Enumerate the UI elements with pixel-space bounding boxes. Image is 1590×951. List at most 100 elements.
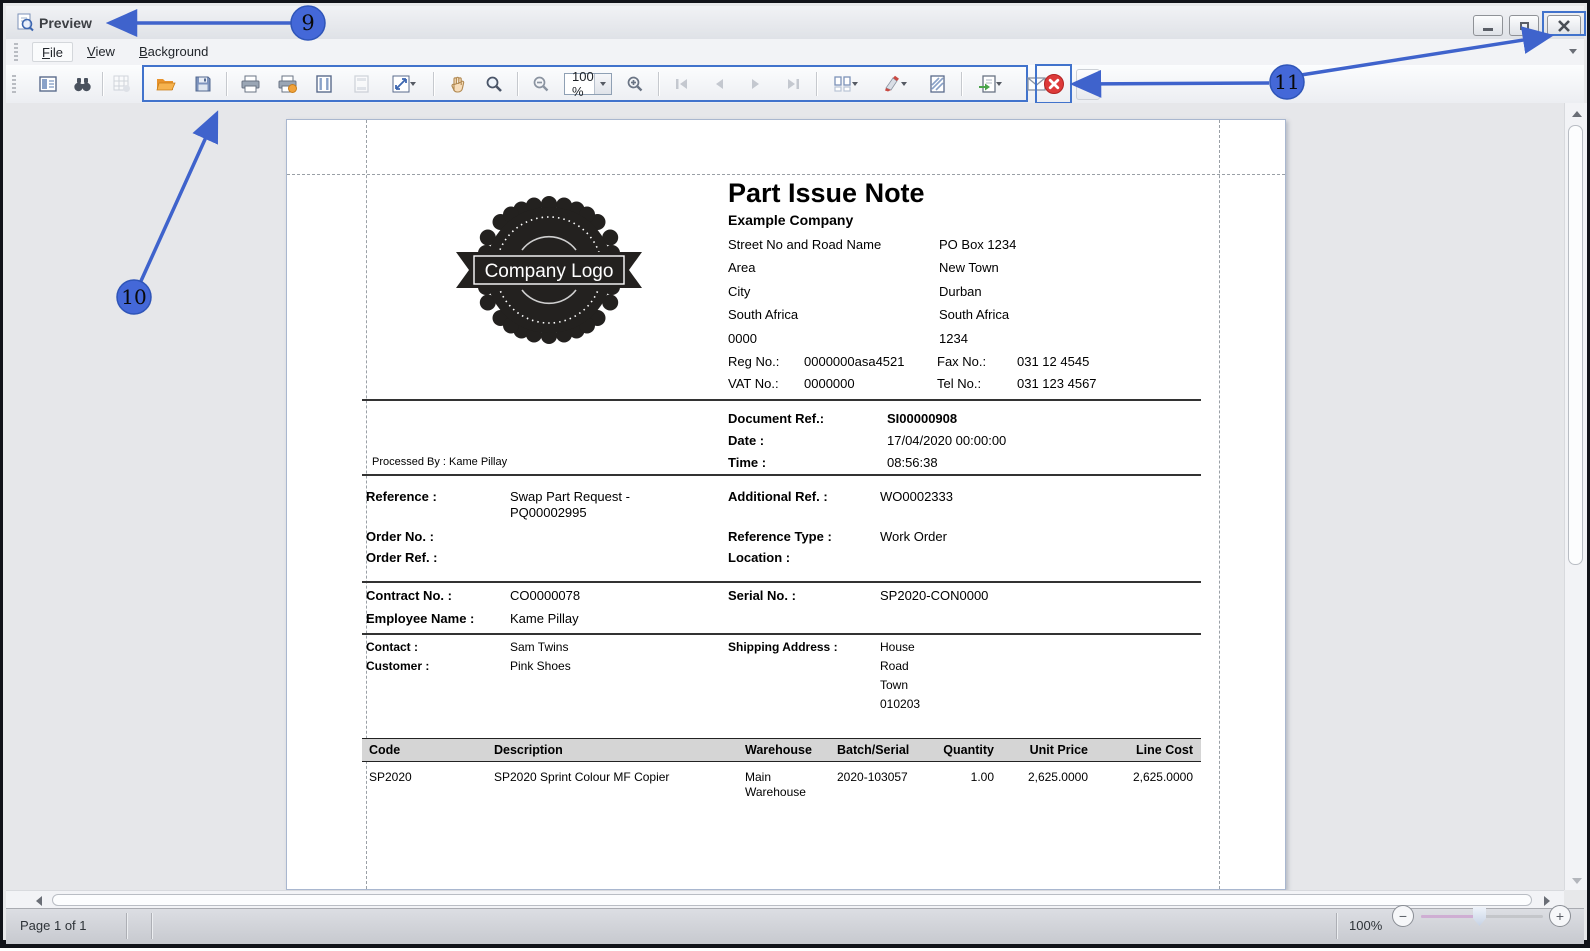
toolbar-separator xyxy=(658,72,659,96)
address-line: Street No and Road Name xyxy=(728,237,881,252)
search-button[interactable] xyxy=(68,70,96,98)
maximize-button[interactable] xyxy=(1509,15,1539,36)
customer-label: Customer : xyxy=(366,659,429,673)
section-divider xyxy=(362,399,1201,401)
vat-label: VAT No.: xyxy=(728,376,779,391)
address-line: Durban xyxy=(939,284,982,299)
additional-ref-label: Additional Ref. : xyxy=(728,489,828,504)
report-page: Company Logo Part Issue Note Example Com… xyxy=(286,119,1286,890)
reg-label: Reg No.: xyxy=(728,354,779,369)
search-binoculars-icon xyxy=(73,76,92,93)
first-page-icon xyxy=(675,77,689,91)
zoom-out-slider-button[interactable]: − xyxy=(1392,905,1414,927)
menu-background[interactable]: Background xyxy=(130,42,217,62)
horizontal-scrollbar[interactable] xyxy=(6,890,1564,908)
zoom-in-icon xyxy=(626,75,644,93)
close-button[interactable] xyxy=(1547,15,1581,36)
preview-window-icon xyxy=(16,13,35,37)
tel-value: 031 123 4567 xyxy=(1017,376,1097,391)
header-footer-button[interactable] xyxy=(347,70,375,98)
toolbar-overflow-button[interactable] xyxy=(1076,69,1100,100)
export-document-icon xyxy=(979,75,996,93)
close-preview-highlight xyxy=(1035,64,1072,104)
toolbar-grip[interactable] xyxy=(12,75,16,93)
scale-button[interactable] xyxy=(384,70,424,98)
zoom-out-icon xyxy=(532,75,550,93)
address-line: South Africa xyxy=(939,307,1009,322)
zoom-combo[interactable]: 100 % xyxy=(564,73,612,95)
minimize-button[interactable] xyxy=(1473,15,1503,36)
scroll-up-icon[interactable] xyxy=(1572,111,1582,117)
vertical-scroll-thumb[interactable] xyxy=(1568,125,1583,565)
print-icon xyxy=(241,75,260,93)
open-button[interactable] xyxy=(152,70,180,98)
vat-value: 0000000 xyxy=(804,376,855,391)
title-bar: Preview xyxy=(6,6,1584,40)
horizontal-scroll-thumb[interactable] xyxy=(52,894,1532,906)
toolbar-separator xyxy=(226,72,227,96)
menubar-grip[interactable] xyxy=(14,43,18,61)
zoom-in-button[interactable] xyxy=(621,70,649,98)
next-page-button[interactable] xyxy=(742,70,770,98)
page-info: Page 1 of 1 xyxy=(20,918,87,933)
customer-value: Pink Shoes xyxy=(510,659,571,673)
last-page-button[interactable] xyxy=(779,70,807,98)
page-color-dropdown-icon[interactable] xyxy=(901,82,907,86)
date-value: 17/04/2020 00:00:00 xyxy=(887,433,1006,448)
page-color-button[interactable] xyxy=(875,70,915,98)
zoom-percent-label: 100% xyxy=(1349,918,1382,933)
hand-tool-button[interactable] xyxy=(443,70,471,98)
toolbar: 100 % xyxy=(6,65,1584,104)
toolbar-separator xyxy=(517,72,518,96)
contact-label: Contact : xyxy=(366,640,418,654)
export-document-button[interactable] xyxy=(971,70,1011,98)
menu-background-rest: ackground xyxy=(148,44,209,59)
scale-dropdown-icon[interactable] xyxy=(410,82,416,86)
cell-unit-price: 2,625.0000 xyxy=(998,770,1088,784)
zoom-out-button[interactable] xyxy=(527,70,555,98)
magnifier-button[interactable] xyxy=(480,70,508,98)
company-logo: Company Logo xyxy=(454,196,644,357)
quick-print-button[interactable] xyxy=(273,70,301,98)
toolbar-separator xyxy=(816,72,817,96)
cell-warehouse: Main Warehouse xyxy=(745,770,830,800)
scroll-right-icon[interactable] xyxy=(1544,896,1550,906)
multiple-pages-dropdown-icon[interactable] xyxy=(852,82,858,86)
doc-title: Part Issue Note xyxy=(728,178,925,209)
menu-view-rest: iew xyxy=(95,44,115,59)
first-page-button[interactable] xyxy=(668,70,696,98)
col-header-batch-serial: Batch/Serial xyxy=(837,743,909,757)
menu-file[interactable]: File xyxy=(32,42,73,62)
fax-label: Fax No.: xyxy=(937,354,986,369)
multiple-pages-button[interactable] xyxy=(826,70,866,98)
customize-button[interactable] xyxy=(108,70,136,98)
close-preview-icon xyxy=(1043,73,1065,95)
date-label: Date : xyxy=(728,433,764,448)
scroll-down-icon[interactable] xyxy=(1572,878,1582,884)
serial-no-label: Serial No. : xyxy=(728,588,796,603)
next-page-icon xyxy=(749,77,763,91)
page-setup-button[interactable] xyxy=(310,70,338,98)
save-button[interactable] xyxy=(189,70,217,98)
scroll-left-icon[interactable] xyxy=(36,896,42,906)
col-header-quantity: Quantity xyxy=(914,743,994,757)
menu-view[interactable]: View xyxy=(78,42,124,62)
document-map-button[interactable] xyxy=(34,70,62,98)
print-button[interactable] xyxy=(236,70,264,98)
export-dropdown-icon[interactable] xyxy=(996,82,1002,86)
watermark-button[interactable] xyxy=(924,70,952,98)
page-color-icon xyxy=(883,75,901,92)
menubar-overflow-icon[interactable] xyxy=(1569,49,1577,54)
reference-value: PQ00002995 xyxy=(510,505,587,520)
reference-type-value: Work Order xyxy=(880,529,947,544)
previous-page-button[interactable] xyxy=(705,70,733,98)
col-header-code: Code xyxy=(369,743,400,757)
shipping-address-line: Road xyxy=(880,659,909,673)
zoom-combo-dropdown[interactable] xyxy=(594,74,611,94)
menu-background-key: B xyxy=(139,44,148,59)
zoom-in-slider-button[interactable]: + xyxy=(1549,905,1571,927)
preview-area: Company Logo Part Issue Note Example Com… xyxy=(6,103,1584,890)
close-preview-button[interactable] xyxy=(1040,70,1068,98)
section-divider xyxy=(362,581,1201,583)
vertical-scrollbar[interactable] xyxy=(1564,103,1587,890)
